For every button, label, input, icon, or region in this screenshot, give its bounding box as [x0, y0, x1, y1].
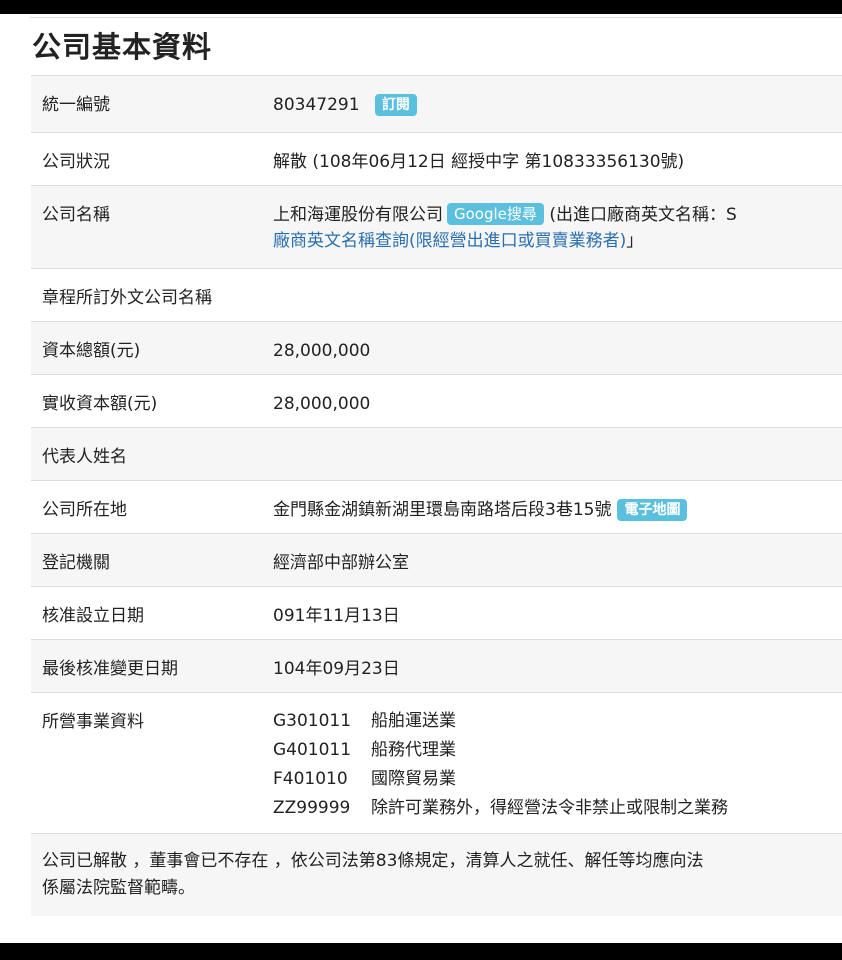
page-title: 公司基本資料 [32, 30, 213, 64]
value-capital-paid: 28,000,000 [273, 394, 371, 414]
row-address: 公司所在地 金門縣金湖鎮新湖里環島南路塔后段3巷15號 電子地圖 [31, 480, 842, 534]
row-business: 所營事業資料 G301011 船舶運送業 G401011 船務代理業 F401010… [31, 692, 842, 834]
subscribe-button[interactable]: 訂閱 [374, 94, 417, 116]
business-code: G301011 [273, 711, 352, 731]
label-ubn: 統一編號 [42, 95, 110, 115]
value-capital-total: 28,000,000 [273, 341, 371, 361]
business-code: F401010 [273, 769, 348, 789]
bottom-black-bar [0, 943, 842, 960]
business-desc: 除許可業務外，得經營法令非禁止或限制之業務 [371, 798, 728, 818]
label-status: 公司狀況 [42, 152, 110, 172]
value-status: 解散 (108年06月12日 經授中字 第10833356130號) [273, 152, 685, 172]
value-representative [273, 429, 842, 445]
row-status: 公司狀況 解散 (108年06月12日 經授中字 第10833356130號) [31, 132, 842, 186]
business-item: ZZ99999 除許可業務外，得經營法令非禁止或限制之業務 [273, 794, 842, 823]
notice-line-2: 係屬法院監督範疇。 [42, 878, 195, 898]
map-button[interactable]: 電子地圖 [617, 499, 688, 521]
label-business: 所營事業資料 [42, 712, 144, 732]
row-representative: 代表人姓名 [31, 427, 842, 481]
english-name-query-link[interactable]: 廠商英文名稱查詢(限經營出進口或買賣業務者) [273, 231, 626, 251]
business-item: G301011 船舶運送業 [273, 707, 842, 736]
row-registry: 登記機關 經濟部中部辦公室 [31, 533, 842, 587]
label-capital-total: 資本總額(元) [42, 341, 141, 361]
row-last-change: 最後核准變更日期 104年09月23日 [31, 639, 842, 693]
label-capital-paid: 實收資本額(元) [42, 394, 158, 414]
label-last-change: 最後核准變更日期 [42, 659, 178, 679]
value-ubn: 80347291 [273, 95, 360, 115]
company-info-table: 統一編號 80347291 訂閱 公司狀況 解散 (108年06月12日 經授中… [31, 75, 842, 916]
value-foreign-name [273, 270, 842, 286]
value-last-change: 104年09月23日 [273, 659, 400, 679]
row-notice: 公司已解散 ，董事會已不存在 ，依公司法第83條規定，清算人之就任、解任等均應向… [31, 833, 842, 916]
label-representative: 代表人姓名 [42, 447, 127, 467]
value-address: 金門縣金湖鎮新湖里環島南路塔后段3巷15號 [273, 500, 612, 520]
business-code: G401011 [273, 740, 352, 760]
notice-line-1: 公司已解散 ，董事會已不存在 ，依公司法第83條規定，清算人之就任、解任等均應向… [42, 851, 704, 871]
label-registry: 登記機關 [42, 553, 110, 573]
value-registry: 經濟部中部辦公室 [273, 553, 409, 573]
business-desc: 船務代理業 [371, 740, 456, 760]
google-search-button[interactable]: Google搜尋 [447, 203, 544, 225]
top-divider [30, 17, 842, 18]
business-desc: 船舶運送業 [371, 711, 456, 731]
row-foreign-name: 章程所訂外文公司名稱 [31, 268, 842, 322]
label-company-name: 公司名稱 [42, 205, 110, 225]
row-established: 核准設立日期 091年11月13日 [31, 586, 842, 640]
value-company-name: 上和海運股份有限公司 [273, 205, 443, 225]
row-capital-paid: 實收資本額(元) 28,000,000 [31, 374, 842, 428]
value-established: 091年11月13日 [273, 606, 400, 626]
english-name-suffix: 」 [626, 231, 644, 251]
business-item: G401011 船務代理業 [273, 736, 842, 765]
business-item: F401010 國際貿易業 [273, 765, 842, 794]
label-established: 核准設立日期 [42, 606, 144, 626]
business-code: ZZ99999 [273, 798, 351, 818]
label-foreign-name: 章程所訂外文公司名稱 [42, 288, 212, 308]
english-name-prefix: (出進口廠商英文名稱：S [549, 205, 737, 225]
business-desc: 國際貿易業 [371, 769, 456, 789]
row-company-name: 公司名稱 上和海運股份有限公司 Google搜尋 (出進口廠商英文名稱：S 廠商英… [31, 185, 842, 269]
row-capital-total: 資本總額(元) 28,000,000 [31, 321, 842, 375]
label-address: 公司所在地 [42, 500, 127, 520]
row-ubn: 統一編號 80347291 訂閱 [31, 75, 842, 133]
top-black-bar [0, 0, 842, 14]
